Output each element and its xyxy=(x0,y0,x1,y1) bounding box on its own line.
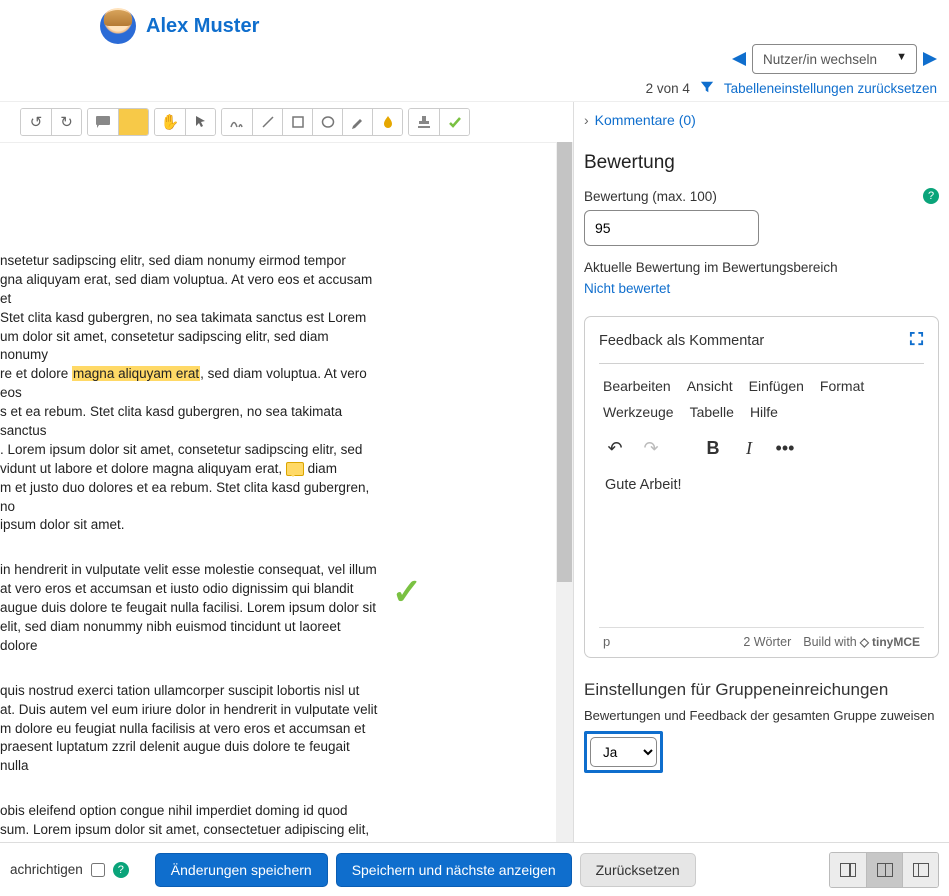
avatar xyxy=(100,8,136,44)
chevron-right-icon: › xyxy=(584,112,589,128)
more-icon[interactable]: ••• xyxy=(775,438,795,459)
rotate-ccw-button[interactable]: ↺ xyxy=(21,109,51,135)
editor-menu-tools[interactable]: Werkzeuge xyxy=(603,404,674,420)
annotation-color-button[interactable] xyxy=(372,109,402,135)
check-stamp-annotation[interactable]: ✓ xyxy=(392,567,422,617)
grade-input[interactable] xyxy=(584,210,759,246)
drag-tool-button[interactable]: ✋ xyxy=(155,109,185,135)
current-grade-label: Aktuelle Bewertung im Bewertungsbereich xyxy=(584,260,939,275)
paragraph: quis nostrud exerci tation ullamcorper s… xyxy=(0,682,380,776)
notify-label: achrichtigen xyxy=(10,862,83,877)
reset-table-settings-link[interactable]: Tabelleneinstellungen zurücksetzen xyxy=(724,81,937,96)
grading-pane: › Kommentare (0) Bewertung Bewertung (ma… xyxy=(573,102,949,851)
group-settings-heading: Einstellungen für Gruppeneinreichungen xyxy=(584,680,939,700)
comment-tool-button[interactable] xyxy=(88,109,118,135)
annotator-toolbar: ↺ ↻ ✋ xyxy=(0,102,573,143)
comment-color-button[interactable] xyxy=(118,109,148,135)
grade-field-label: Bewertung (max. 100) xyxy=(584,189,717,204)
editor-menu-view[interactable]: Ansicht xyxy=(687,378,733,394)
editor-menu-edit[interactable]: Bearbeiten xyxy=(603,378,671,394)
fullscreen-icon[interactable] xyxy=(909,331,924,351)
notify-checkbox[interactable] xyxy=(91,863,105,877)
group-settings-label: Bewertungen und Feedback der gesamten Gr… xyxy=(584,708,939,723)
reset-button[interactable]: Zurücksetzen xyxy=(580,853,696,887)
position-indicator: 2 von 4 xyxy=(646,81,690,96)
italic-icon[interactable]: I xyxy=(739,438,759,459)
wordcount: 2 Wörter xyxy=(743,635,791,649)
layout-doc-only-button[interactable] xyxy=(830,853,866,887)
editor-menu-insert[interactable]: Einfügen xyxy=(749,378,804,394)
feedback-title: Feedback als Kommentar xyxy=(599,333,764,349)
feedback-editor: Feedback als Kommentar Bearbeiten Ansich… xyxy=(584,316,939,658)
editor-body[interactable]: Gute Arbeit! xyxy=(599,467,924,627)
pen-tool-button[interactable] xyxy=(222,109,252,135)
highlight-annotation[interactable]: magna aliquyam erat xyxy=(72,366,200,381)
current-grade-link[interactable]: Nicht bewertet xyxy=(584,281,939,296)
switch-user-select[interactable]: Nutzer/in wechseln xyxy=(752,44,917,74)
help-icon[interactable]: ? xyxy=(923,188,939,204)
filter-icon[interactable] xyxy=(700,80,714,97)
prev-user-button[interactable] xyxy=(732,52,746,66)
next-user-button[interactable] xyxy=(923,52,937,66)
bold-icon[interactable]: B xyxy=(703,438,723,459)
layout-toggle xyxy=(829,852,939,888)
editor-path-icon[interactable]: p xyxy=(603,634,610,649)
tinymce-brand[interactable]: Build with ◇tinyMCE xyxy=(803,635,920,649)
select-tool-button[interactable] xyxy=(185,109,215,135)
highlight-tool-button[interactable] xyxy=(342,109,372,135)
save-button[interactable]: Änderungen speichern xyxy=(155,853,328,887)
scrollbar[interactable] xyxy=(556,142,573,851)
rotate-cw-button[interactable]: ↻ xyxy=(51,109,81,135)
oval-tool-button[interactable] xyxy=(312,109,342,135)
editor-menu-table[interactable]: Tabelle xyxy=(690,404,734,420)
document-viewport[interactable]: nsetetur sadipscing elitr, sed diam nonu… xyxy=(0,142,573,851)
save-and-next-button[interactable]: Speichern und nächste anzeigen xyxy=(336,853,572,887)
editor-menu-format[interactable]: Format xyxy=(820,378,864,394)
grading-heading: Bewertung xyxy=(584,152,939,174)
stamp-tool-button[interactable] xyxy=(409,109,439,135)
paragraph: nsetetur sadipscing elitr, sed diam nonu… xyxy=(0,252,380,535)
annotator-pane: ↺ ↻ ✋ xyxy=(0,102,573,851)
layout-split-button[interactable] xyxy=(866,853,902,887)
undo-icon[interactable]: ↶ xyxy=(605,438,625,459)
stamp-check-button[interactable] xyxy=(439,109,469,135)
comment-annotation-icon[interactable] xyxy=(286,462,304,476)
footer-bar: achrichtigen ? Änderungen speichern Spei… xyxy=(0,842,949,896)
paragraph: in hendrerit in vulputate velit esse mol… xyxy=(0,561,380,655)
line-tool-button[interactable] xyxy=(252,109,282,135)
apply-to-group-select[interactable]: Ja xyxy=(590,737,657,767)
redo-icon[interactable]: ↷ xyxy=(641,438,661,459)
student-name-link[interactable]: Alex Muster xyxy=(146,8,259,44)
editor-menu-help[interactable]: Hilfe xyxy=(750,404,778,420)
layout-grade-only-button[interactable] xyxy=(902,853,938,887)
help-icon[interactable]: ? xyxy=(113,862,129,878)
rect-tool-button[interactable] xyxy=(282,109,312,135)
comments-collapse-toggle[interactable]: › Kommentare (0) xyxy=(584,108,939,152)
